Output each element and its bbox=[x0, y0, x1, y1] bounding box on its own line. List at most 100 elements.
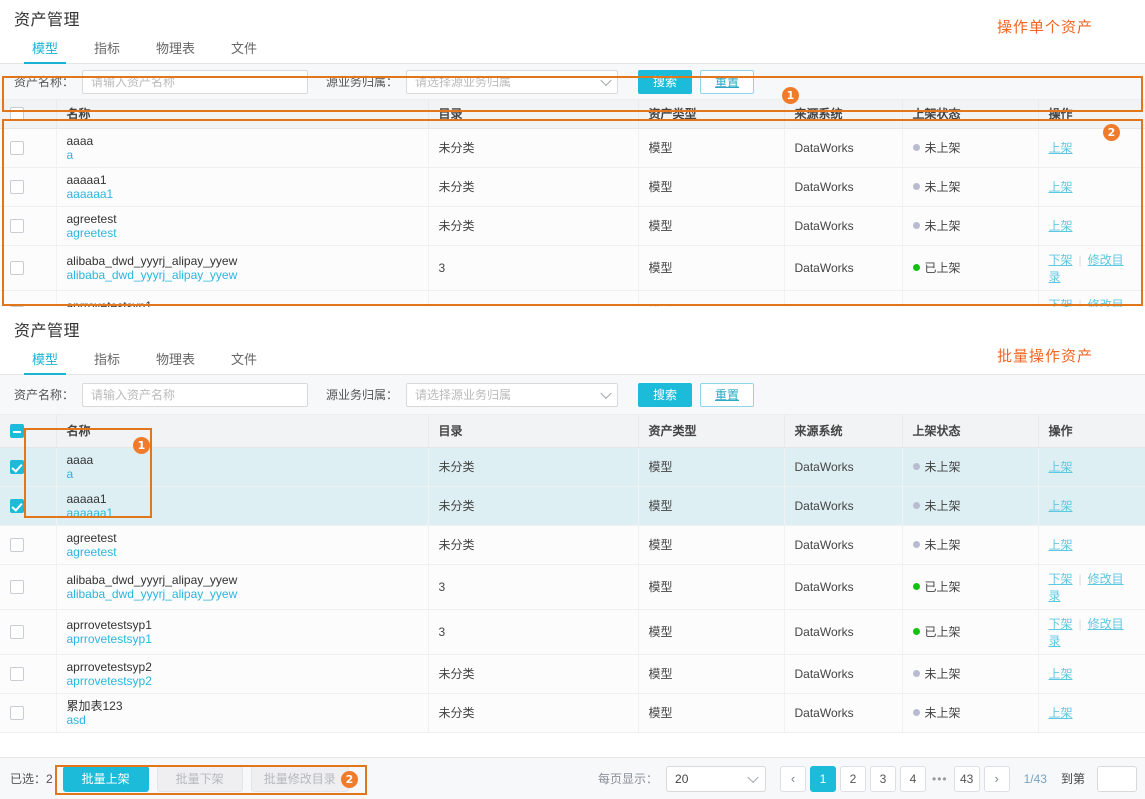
row-name: alibaba_dwd_yyyrj_alipay_yyew bbox=[66, 253, 238, 268]
table-row[interactable]: agreetest agreetest 未分类 模型 DataWorks 未上架… bbox=[0, 525, 1145, 565]
status-dot-icon bbox=[912, 264, 920, 272]
unpublish-link[interactable]: 下架 bbox=[1049, 253, 1073, 267]
cell-source-system: DataWorks bbox=[784, 525, 903, 565]
table-row[interactable]: 累加表123 asd 未分类 模型 DataWorks 未上架 上架 bbox=[0, 693, 1145, 733]
tab-file-2[interactable]: 文件 bbox=[213, 353, 275, 374]
cell-publish-status: 已上架 bbox=[902, 609, 1039, 655]
row-checkbox[interactable] bbox=[10, 179, 24, 194]
cell-operations: 上架 bbox=[1038, 486, 1145, 526]
row-checkbox[interactable] bbox=[10, 705, 24, 720]
publish-link[interactable]: 上架 bbox=[1049, 499, 1073, 513]
table-header-row-1: 名称 目录 资产类型 来源系统 上架状态 操作 bbox=[0, 100, 1145, 129]
table-row[interactable]: aprrovetestsyp2 aprrovetestsyp2 未分类 模型 D… bbox=[0, 654, 1145, 694]
page-button-1[interactable]: 1 bbox=[810, 765, 837, 792]
cell-directory: 未分类 bbox=[428, 654, 639, 694]
pagination: 每页显示： 20 ‹ 1 2 3 4 ••• 43 › 1/43 到第 bbox=[598, 765, 1137, 792]
publish-link[interactable]: 上架 bbox=[1049, 538, 1073, 552]
select-all-checkbox-2[interactable] bbox=[10, 424, 24, 439]
asset-name-input-1[interactable] bbox=[82, 69, 309, 94]
prev-page-button[interactable]: ‹ bbox=[780, 765, 807, 792]
row-name-sub: aaaaaa1 bbox=[66, 186, 114, 201]
table-row[interactable]: aaaa a 未分类 模型 DataWorks 未上架 上架 bbox=[0, 128, 1145, 168]
status-text: 未上架 bbox=[924, 538, 961, 552]
table-row[interactable]: aaaa a 未分类 模型 DataWorks 未上架 上架 bbox=[0, 447, 1145, 487]
cell-checkbox bbox=[0, 447, 57, 487]
status-dot-icon bbox=[912, 144, 920, 152]
cell-publish-status: 未上架 bbox=[902, 206, 1039, 246]
page-info-label: 1/43 bbox=[1023, 771, 1047, 786]
cell-asset-type: 模型 bbox=[638, 654, 785, 694]
tab-file-1[interactable]: 文件 bbox=[213, 42, 275, 63]
search-button-1[interactable]: 搜索 bbox=[638, 69, 693, 94]
row-name: alibaba_dwd_yyyrj_alipay_yyew bbox=[66, 572, 238, 587]
cell-name: alibaba_dwd_yyyrj_alipay_yyew alibaba_dw… bbox=[56, 245, 429, 291]
row-name-sub: alibaba_dwd_yyyrj_alipay_yyew bbox=[66, 586, 238, 601]
status-text: 未上架 bbox=[924, 706, 961, 720]
reset-button-2[interactable]: 重置 bbox=[700, 382, 755, 407]
source-biz-select-1[interactable]: 请选择源业务归属 bbox=[406, 69, 619, 94]
tab-physical-table-1[interactable]: 物理表 bbox=[138, 42, 213, 63]
source-biz-label-2: 源业务归属： bbox=[326, 388, 399, 402]
cell-operations: 下架|修改目录 bbox=[1038, 245, 1145, 291]
table-row[interactable]: asd asda 未分类 模型 DataWorks 未上架 上架 bbox=[0, 732, 1145, 733]
publish-link[interactable]: 上架 bbox=[1049, 706, 1073, 720]
tab-metric-1[interactable]: 指标 bbox=[76, 42, 138, 63]
status-text: 未上架 bbox=[924, 219, 961, 233]
status-text: 已上架 bbox=[924, 580, 961, 594]
cell-asset-type: 模型 bbox=[638, 206, 785, 246]
row-checkbox[interactable] bbox=[10, 260, 24, 275]
row-checkbox[interactable] bbox=[10, 140, 24, 155]
publish-link[interactable]: 上架 bbox=[1049, 219, 1073, 233]
row-checkbox[interactable] bbox=[10, 579, 24, 594]
row-checkbox[interactable] bbox=[10, 218, 24, 233]
unpublish-link[interactable]: 下架 bbox=[1049, 617, 1073, 631]
cell-source-system: DataWorks bbox=[784, 609, 903, 655]
publish-link[interactable]: 上架 bbox=[1049, 460, 1073, 474]
tab-model-2[interactable]: 模型 bbox=[14, 353, 76, 375]
page-button-4[interactable]: 4 bbox=[900, 765, 927, 792]
row-checkbox[interactable] bbox=[10, 459, 24, 474]
select-all-checkbox-1[interactable] bbox=[10, 107, 24, 122]
row-checkbox[interactable] bbox=[10, 537, 24, 552]
publish-link[interactable]: 上架 bbox=[1049, 667, 1073, 681]
status-text: 未上架 bbox=[924, 460, 961, 474]
page-size-select[interactable]: 20 bbox=[666, 765, 767, 792]
table-row[interactable]: aaaaa1 aaaaaa1 未分类 模型 DataWorks 未上架 上架 bbox=[0, 167, 1145, 207]
page-size-label: 每页显示： bbox=[598, 772, 659, 786]
cell-name: aaaaa1 aaaaaa1 bbox=[56, 167, 429, 207]
table-row[interactable]: aaaaa1 aaaaaa1 未分类 模型 DataWorks 未上架 上架 bbox=[0, 486, 1145, 526]
tab-physical-table-2[interactable]: 物理表 bbox=[138, 353, 213, 374]
source-biz-select-value-1: 请选择源业务归属 bbox=[415, 75, 512, 89]
table-row[interactable]: alibaba_dwd_yyyrj_alipay_yyew alibaba_dw… bbox=[0, 245, 1145, 291]
reset-button-label-2: 重置 bbox=[715, 388, 740, 402]
th-name-1: 名称 bbox=[56, 100, 429, 129]
next-page-button[interactable]: › bbox=[983, 765, 1010, 792]
publish-link[interactable]: 上架 bbox=[1049, 180, 1073, 194]
search-button-2[interactable]: 搜索 bbox=[638, 382, 693, 407]
table-row[interactable]: agreetest agreetest 未分类 模型 DataWorks 未上架… bbox=[0, 206, 1145, 246]
asset-table-head-1: 名称 目录 资产类型 来源系统 上架状态 操作 bbox=[0, 100, 1145, 129]
publish-link[interactable]: 上架 bbox=[1049, 141, 1073, 155]
cell-publish-status: 未上架 bbox=[902, 447, 1039, 487]
tab-metric-2[interactable]: 指标 bbox=[76, 353, 138, 374]
unpublish-link[interactable]: 下架 bbox=[1049, 572, 1073, 586]
status-text: 已上架 bbox=[924, 625, 961, 639]
status-dot-icon bbox=[912, 463, 920, 471]
page-button-3[interactable]: 3 bbox=[870, 765, 897, 792]
row-checkbox[interactable] bbox=[10, 666, 24, 681]
page-button-last[interactable]: 43 bbox=[953, 765, 980, 792]
page-title-1: 资产管理 bbox=[14, 12, 81, 29]
bulk-publish-button[interactable]: 批量上架 bbox=[62, 765, 149, 792]
cell-publish-status: 未上架 bbox=[902, 128, 1039, 168]
table-row[interactable]: aprrovetestsyp1 aprrovetestsyp1 3 模型 Dat… bbox=[0, 609, 1145, 655]
goto-page-input[interactable] bbox=[1097, 765, 1137, 792]
tab-model-1[interactable]: 模型 bbox=[14, 42, 76, 64]
source-biz-select-2[interactable]: 请选择源业务归属 bbox=[406, 382, 619, 407]
table-row[interactable]: alibaba_dwd_yyyrj_alipay_yyew alibaba_dw… bbox=[0, 564, 1145, 610]
page-button-2[interactable]: 2 bbox=[840, 765, 867, 792]
reset-button-1[interactable]: 重置 bbox=[700, 69, 755, 94]
cell-name: aaaaa1 aaaaaa1 bbox=[56, 486, 429, 526]
row-checkbox[interactable] bbox=[10, 498, 24, 513]
asset-name-input-2[interactable] bbox=[82, 382, 309, 407]
row-checkbox[interactable] bbox=[10, 624, 24, 639]
